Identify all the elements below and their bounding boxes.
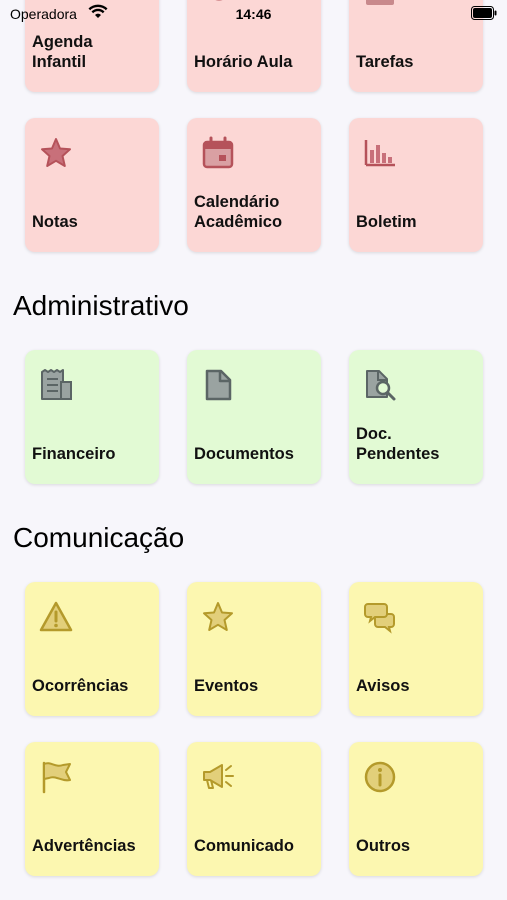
card-label: Horário Aula bbox=[194, 53, 293, 71]
battery-icon bbox=[471, 6, 497, 20]
card-boletim[interactable]: Boletim bbox=[349, 118, 483, 252]
card-outros[interactable]: Outros bbox=[349, 742, 483, 876]
card-label: Avisos bbox=[356, 677, 410, 695]
card-label: Ocorrências bbox=[32, 677, 129, 695]
section-title-administrativo: Administrativo bbox=[13, 290, 189, 321]
card-avisos[interactable]: Avisos bbox=[349, 582, 483, 716]
card-advertencias[interactable]: Advertências bbox=[25, 742, 159, 876]
card-financeiro[interactable]: Financeiro bbox=[25, 350, 159, 484]
card-ocorrencias[interactable]: Ocorrências bbox=[25, 582, 159, 716]
card-label: Doc. Pendentes bbox=[356, 425, 440, 463]
card-notas[interactable]: Notas bbox=[25, 118, 159, 252]
card-label: Documentos bbox=[194, 445, 294, 463]
card-eventos[interactable]: Eventos bbox=[187, 582, 321, 716]
document-search-icon bbox=[366, 370, 396, 401]
card-label: Eventos bbox=[194, 677, 259, 695]
card-label: Notas bbox=[32, 213, 78, 231]
card-comunicado[interactable]: Comunicado bbox=[187, 742, 321, 876]
info-icon bbox=[364, 761, 396, 793]
star-icon bbox=[203, 602, 233, 631]
card-label: Outros bbox=[356, 837, 411, 855]
card-doc-pendentes[interactable]: Doc. Pendentes bbox=[349, 350, 483, 484]
card-label: Comunicado bbox=[194, 837, 294, 855]
status-bar: Operadora 14:46 bbox=[0, 0, 507, 30]
chat-bubbles-icon bbox=[364, 603, 395, 634]
card-documentos[interactable]: Documentos bbox=[187, 350, 321, 484]
receipt-icon bbox=[41, 369, 72, 400]
clock: 14:46 bbox=[235, 6, 272, 22]
card-label: Advertências bbox=[32, 837, 136, 855]
megaphone-icon bbox=[203, 764, 234, 789]
card-label: Financeiro bbox=[32, 445, 116, 463]
card-label: Calendário Acadêmico bbox=[194, 193, 283, 231]
bar-chart-icon bbox=[364, 140, 395, 167]
calendar-icon bbox=[202, 136, 234, 169]
warning-icon bbox=[39, 601, 73, 632]
document-icon bbox=[205, 369, 232, 401]
card-calendario-academico[interactable]: Calendário Acadêmico bbox=[187, 118, 321, 252]
card-label: Agenda Infantil bbox=[32, 33, 93, 71]
card-label: Boletim bbox=[356, 213, 417, 231]
star-icon bbox=[41, 138, 71, 167]
section-title-comunicacao: Comunicação bbox=[13, 522, 185, 553]
card-label: Tarefas bbox=[356, 53, 414, 71]
flag-icon bbox=[42, 761, 71, 794]
